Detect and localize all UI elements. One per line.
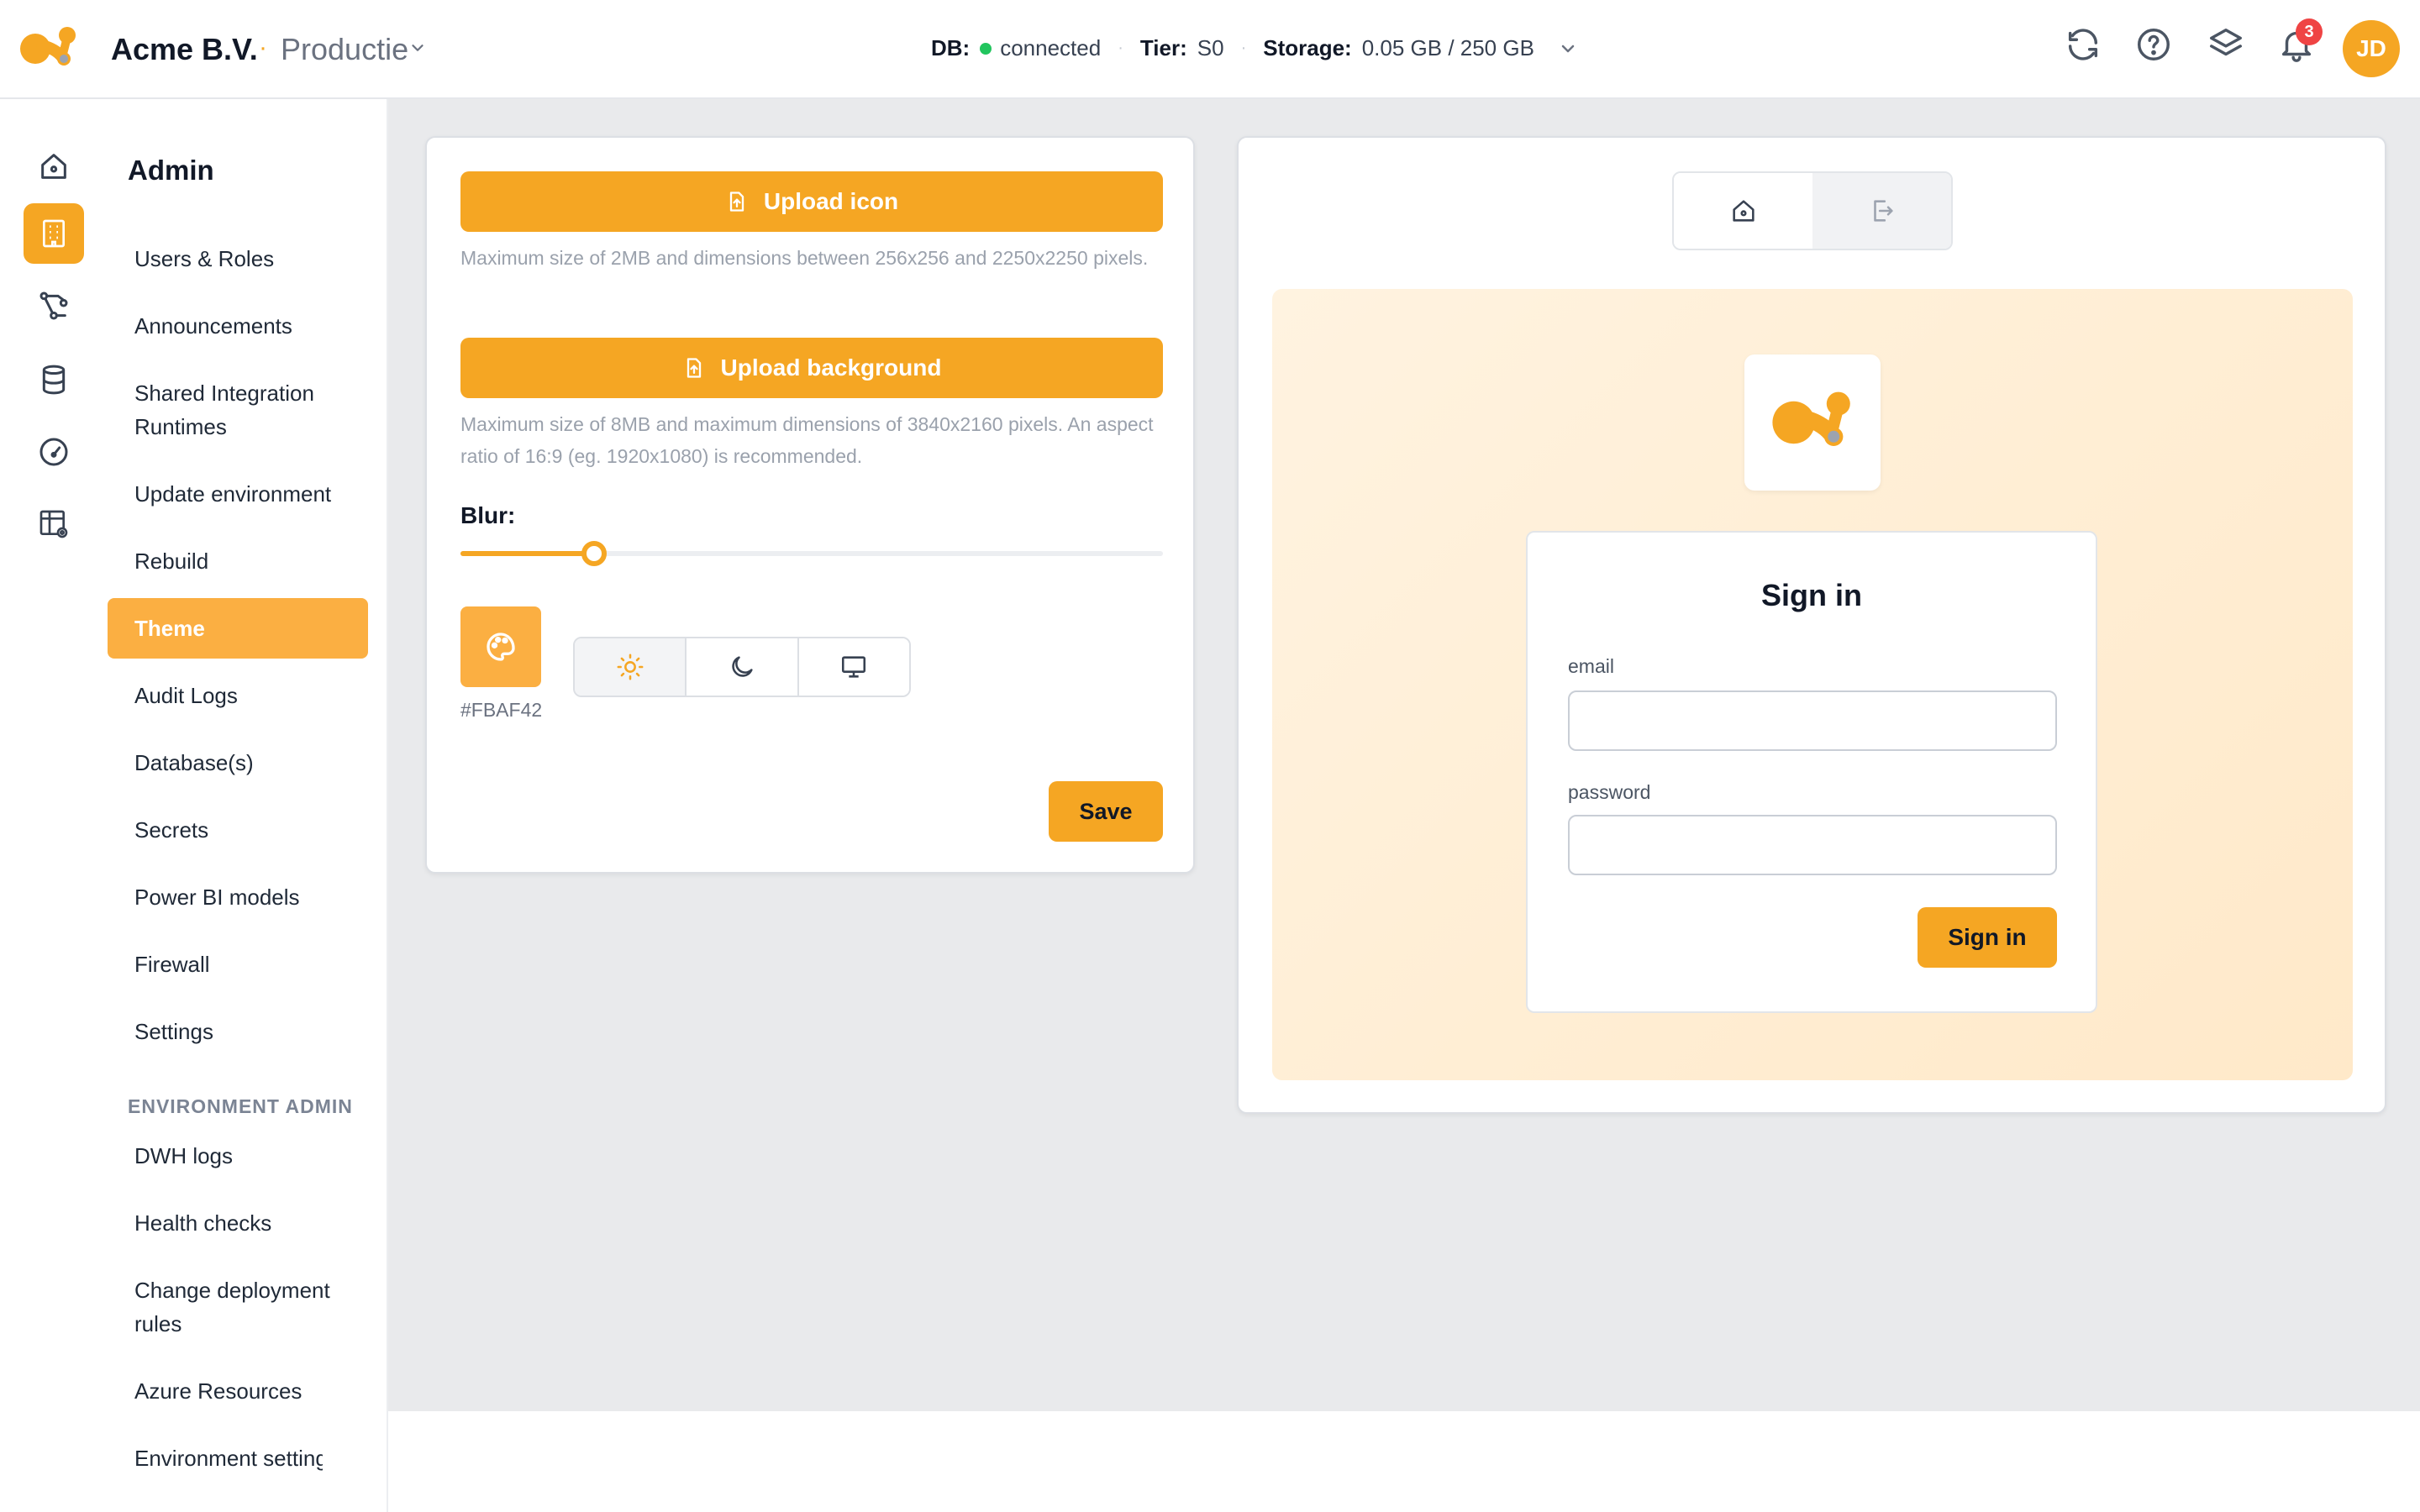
db-status: connected [1000, 35, 1102, 60]
light-mode-button[interactable] [575, 638, 687, 696]
help-icon[interactable] [2134, 25, 2173, 64]
sign-out-icon [1873, 200, 1893, 222]
sun-icon [617, 654, 644, 680]
email-field[interactable] [1568, 690, 2057, 751]
notification-badge: 3 [2296, 18, 2323, 45]
organization-name: Acme B.V. [111, 32, 258, 66]
environment-status[interactable]: DB: connected · Tier: S0 · Storage: 0.05… [931, 35, 1578, 61]
nav-item-audit-logs[interactable]: Audit Logs [134, 679, 361, 712]
chevron-down-icon[interactable] [408, 39, 427, 57]
monitor-icon [842, 656, 866, 678]
password-label: password [1568, 781, 1651, 803]
signin-card: Sign in email password Sign in [1526, 531, 2097, 1013]
system-mode-button[interactable] [798, 638, 909, 696]
nav-item-azure-resources[interactable]: Azure Resources [134, 1374, 361, 1408]
building-icon [43, 219, 65, 248]
upload-background-label: Upload background [720, 354, 942, 381]
upload-icon-label: Upload icon [763, 188, 899, 214]
separator-dot: · [1118, 39, 1123, 57]
nav-section-environment-admin: ENVIRONMENT ADMIN [128, 1095, 353, 1117]
rail-pipelines[interactable] [24, 276, 84, 336]
color-hex-value: #FBAF42 [460, 699, 543, 721]
chevron-down-icon[interactable] [1558, 39, 1578, 59]
signin-title: Sign in [1761, 578, 1862, 612]
nav-item-announcements[interactable]: Announcements [134, 309, 361, 343]
home-icon [1732, 200, 1754, 222]
moon-icon [732, 656, 753, 677]
preview-home-button[interactable] [1674, 173, 1812, 249]
home-icon [41, 154, 66, 179]
rail-home[interactable] [24, 136, 84, 197]
save-button[interactable]: Save [1049, 781, 1163, 842]
app-logo-icon[interactable] [17, 24, 81, 74]
upload-background-help: Maximum size of 8MB and maximum dimensio… [460, 413, 1154, 467]
blur-slider-fill [460, 551, 594, 556]
password-field[interactable] [1568, 815, 2057, 875]
admin-nav: Admin Users & Roles Announcements Shared… [108, 99, 388, 1512]
color-picker-swatch[interactable] [460, 606, 541, 687]
login-preview-background: Sign in email password Sign in [1272, 289, 2353, 1080]
app-logo-icon [1772, 391, 1850, 446]
database-icon [42, 365, 66, 395]
nav-item-databases[interactable]: Database(s) [134, 746, 361, 780]
icon-rail [0, 99, 108, 1512]
email-label: email [1568, 655, 1614, 677]
refresh-icon[interactable] [2064, 25, 2102, 64]
nav-item-settings[interactable]: Settings [134, 1015, 361, 1048]
nav-item-theme[interactable]: Theme [108, 598, 368, 659]
layers-icon[interactable] [2207, 25, 2245, 64]
nav-item-power-bi-models[interactable]: Power BI models [134, 880, 361, 914]
save-label: Save [1079, 798, 1133, 824]
nav-item-dwh-logs[interactable]: DWH logs [134, 1139, 361, 1173]
title-separator: · [259, 34, 267, 61]
db-status-dot [980, 42, 992, 55]
color-mode-toggle [573, 637, 911, 697]
rail-database[interactable] [24, 349, 84, 410]
user-avatar[interactable]: JD [2343, 20, 2400, 77]
theme-preview-card: Sign in email password Sign in [1237, 136, 2386, 1114]
blur-slider-thumb[interactable] [581, 541, 607, 566]
rail-table-settings[interactable] [24, 494, 84, 554]
blur-slider[interactable] [460, 541, 1163, 566]
nav-item-firewall[interactable]: Firewall [134, 948, 361, 981]
theme-settings-card: Upload icon Maximum size of 2MB and dime… [425, 136, 1195, 874]
nav-item-environment-settings[interactable]: Environment settings [134, 1441, 323, 1475]
tier-value: S0 [1197, 35, 1224, 60]
storage-label: Storage: [1263, 35, 1352, 60]
nav-item-users-roles[interactable]: Users & Roles [134, 242, 361, 276]
upload-background-button[interactable]: Upload background [460, 338, 1163, 398]
tier-label: Tier: [1139, 35, 1187, 60]
nav-title: Admin [128, 155, 214, 186]
signin-button[interactable]: Sign in [1918, 907, 2057, 968]
preview-logo-box [1744, 354, 1881, 491]
nav-item-shared-integration-runtimes[interactable]: Shared Integration Runtimes [134, 376, 353, 444]
preview-login-button[interactable] [1812, 173, 1951, 249]
nav-item-rebuild[interactable]: Rebuild [134, 544, 361, 578]
table-settings-icon [39, 510, 68, 538]
upload-icon-button[interactable]: Upload icon [460, 171, 1163, 232]
storage-value: 0.05 GB / 250 GB [1361, 35, 1534, 60]
top-bar: Acme B.V. · Productie DB: connected · Ti… [0, 0, 2420, 99]
palette-icon [487, 633, 515, 661]
db-label: DB: [931, 35, 971, 60]
nav-item-health-checks[interactable]: Health checks [134, 1206, 361, 1240]
separator-dot: · [1240, 39, 1247, 57]
rail-monitoring[interactable] [24, 422, 84, 482]
flow-icon [39, 291, 68, 320]
file-upload-icon [729, 192, 744, 212]
nav-item-change-deployment-rules[interactable]: Change deployment rules [134, 1273, 353, 1341]
signin-button-label: Sign in [1948, 924, 2027, 950]
blur-label: Blur: [460, 502, 516, 528]
rail-admin[interactable] [24, 203, 84, 264]
footer-area [388, 1411, 2420, 1512]
nav-item-secrets[interactable]: Secrets [134, 813, 361, 847]
upload-icon-help: Maximum size of 2MB and dimensions betwe… [460, 247, 1149, 269]
dark-mode-button[interactable] [687, 638, 799, 696]
preview-view-toggle [1672, 171, 1953, 250]
gauge-icon [39, 438, 68, 466]
environment-selector[interactable]: Productie [281, 32, 408, 67]
nav-item-update-environment[interactable]: Update environment [134, 477, 361, 511]
file-upload-icon [687, 358, 701, 378]
